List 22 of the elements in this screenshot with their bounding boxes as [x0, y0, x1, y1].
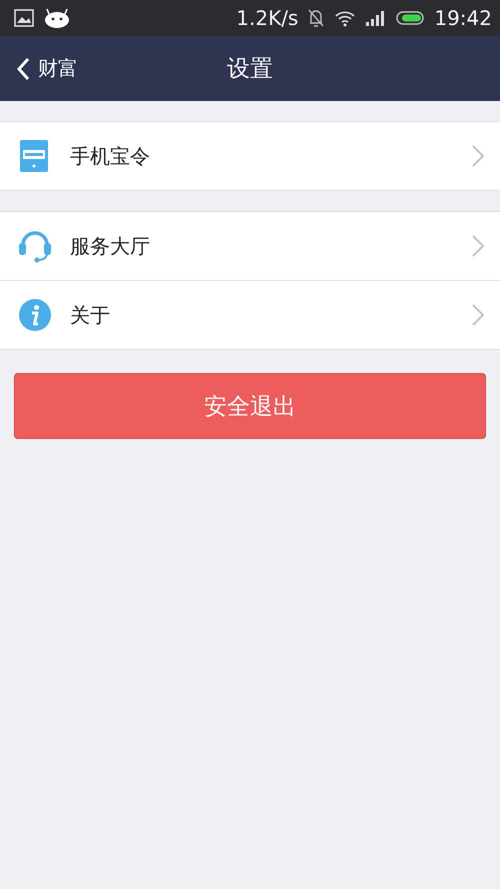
row-label: 关于	[70, 302, 111, 328]
robot-icon	[44, 8, 70, 28]
battery-icon	[396, 11, 424, 25]
muted-bell-icon	[308, 8, 324, 28]
settings-row[interactable]: 关于	[0, 280, 500, 349]
row-label: 手机宝令	[70, 142, 151, 170]
image-icon	[14, 9, 34, 27]
page-title: 设置	[227, 55, 273, 84]
headset-icon	[18, 229, 52, 263]
chevron-right-icon	[472, 235, 484, 257]
wifi-icon	[334, 9, 356, 27]
back-button[interactable]: 财富	[16, 55, 78, 82]
chevron-right-icon	[472, 304, 484, 326]
back-chevron-icon	[16, 56, 30, 80]
settings-row[interactable]: 服务大厅	[0, 212, 500, 280]
network-speed: 1.2K/s	[236, 6, 298, 30]
settings-row[interactable]: 手机宝令	[0, 122, 500, 190]
clock-time: 19:42	[434, 6, 492, 30]
info-icon	[18, 298, 52, 332]
chevron-right-icon	[472, 145, 484, 167]
row-label: 服务大厅	[70, 232, 151, 260]
signal-icon	[366, 10, 386, 26]
